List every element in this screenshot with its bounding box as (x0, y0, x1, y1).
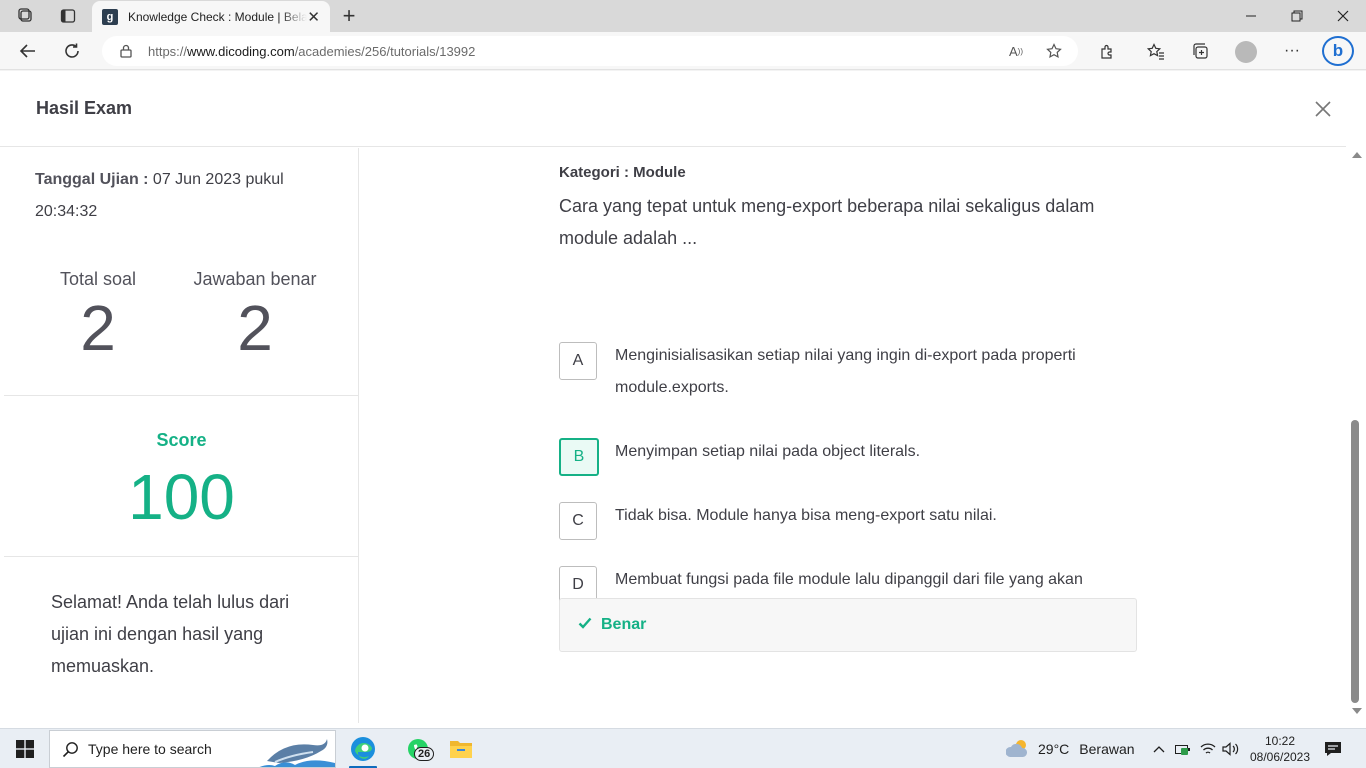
url-field[interactable]: https://www.dicoding.com/academies/256/t… (102, 36, 1078, 66)
taskbar-search-input[interactable]: Type here to search (49, 730, 336, 768)
active-tab[interactable]: g Knowledge Check : Module | Belajar ✕ (92, 1, 330, 32)
correct-answers-label: Jawaban benar (193, 269, 317, 289)
url-protocol: https:// (148, 43, 188, 59)
option-text: Menginisialisasikan setiap nilai yang in… (615, 347, 1076, 396)
favorite-star-icon[interactable] (1042, 42, 1066, 60)
score-value: 100 (128, 461, 235, 533)
read-aloud-icon[interactable]: A)) (1004, 42, 1028, 60)
question-text: Cara yang tepat untuk meng-export bebera… (559, 196, 1095, 248)
notifications-icon[interactable] (1322, 729, 1344, 768)
new-tab-icon[interactable]: + (336, 2, 362, 30)
chevron-up-icon[interactable] (1150, 729, 1168, 768)
refresh-icon[interactable] (58, 38, 86, 64)
whatsapp-taskbar-icon[interactable]: 26 (398, 729, 438, 768)
option-letter[interactable]: C (559, 502, 597, 540)
option-text: Tidak bisa. Module hanya bisa meng-expor… (615, 507, 997, 524)
scroll-down-icon[interactable] (1352, 708, 1362, 714)
search-icon (62, 741, 79, 761)
volume-icon[interactable] (1221, 729, 1241, 768)
exam-date-label: Tanggal Ujian : (35, 171, 149, 188)
option-text: Menyimpan setiap nilai pada object liter… (615, 443, 921, 460)
dicoding-favicon-icon: g (102, 8, 118, 25)
page-viewport: Hasil Exam Tanggal Ujian : 07 Jun 2023 p… (0, 71, 1366, 728)
score-label: Score (156, 430, 207, 450)
battery-icon[interactable] (1174, 729, 1192, 768)
tab-actions-icon[interactable] (52, 4, 84, 28)
scrollbar-thumb[interactable] (1351, 420, 1359, 703)
check-icon (578, 616, 592, 634)
clock-time: 10:22 (1264, 734, 1296, 748)
cloudy-weather-icon (1005, 737, 1032, 762)
whatsapp-badge: 26 (414, 747, 435, 761)
correct-answers-stat: Jawaban benar 2 (175, 269, 335, 364)
modal-title: Hasil Exam (36, 98, 133, 118)
weather-description: Berawan (1079, 741, 1135, 757)
profile-avatar[interactable] (1235, 41, 1257, 63)
address-bar-row: https://www.dicoding.com/academies/256/t… (0, 32, 1366, 70)
divider (4, 556, 359, 557)
total-questions-label: Total soal (59, 269, 137, 289)
question-category: Kategori : Module (559, 164, 686, 181)
search-highlight-whale-icon (255, 733, 335, 767)
congratulation-message: Selamat! Anda telah lulus dari ujian ini… (51, 592, 290, 676)
total-questions-value: 2 (80, 292, 116, 364)
back-icon[interactable] (14, 38, 42, 64)
option-letter[interactable]: A (559, 342, 597, 380)
modal-close-icon[interactable] (1310, 96, 1336, 122)
extensions-icon[interactable] (1095, 40, 1119, 62)
windows-start-icon[interactable] (12, 729, 38, 768)
more-options-icon[interactable]: ··· (1280, 40, 1304, 62)
option-letter-selected[interactable]: B (559, 438, 599, 476)
weather-temperature: 29°C (1038, 741, 1070, 757)
edge-taskbar-icon[interactable] (347, 729, 379, 768)
total-questions-stat: Total soal 2 (18, 269, 178, 364)
bing-copilot-icon[interactable]: b (1322, 36, 1354, 66)
answer-result-text: Benar (601, 616, 647, 633)
page-scrollbar[interactable] (1348, 148, 1366, 720)
workspaces-icon[interactable] (10, 4, 42, 28)
restore-icon[interactable] (1274, 0, 1320, 32)
tab-title: Knowledge Check : Module | Belajar (127, 9, 308, 24)
minimize-icon[interactable] (1228, 0, 1274, 32)
wifi-icon[interactable] (1199, 729, 1217, 768)
scroll-up-icon[interactable] (1352, 152, 1362, 158)
modal-header: Hasil Exam (0, 71, 1346, 147)
browser-tab-bar: g Knowledge Check : Module | Belajar ✕ + (0, 0, 1366, 32)
exam-summary-panel: Tanggal Ujian : 07 Jun 2023 pukul 20:34:… (4, 148, 359, 723)
windows-taskbar: Type here to search 26 29°C Berawan 10:2… (0, 728, 1366, 768)
system-clock[interactable]: 10:22 08/06/2023 (1244, 733, 1316, 765)
tab-close-icon[interactable]: ✕ (307, 8, 320, 26)
exam-date: Tanggal Ujian : 07 Jun 2023 pukul 20:34:… (35, 164, 325, 228)
search-placeholder: Type here to search (88, 741, 212, 757)
favorites-icon[interactable] (1144, 40, 1168, 62)
file-explorer-icon[interactable] (448, 729, 474, 768)
close-window-icon[interactable] (1320, 0, 1366, 32)
weather-widget[interactable]: 29°C Berawan (1005, 729, 1135, 768)
url-host: www.dicoding.com (187, 43, 295, 59)
collections-icon[interactable] (1188, 40, 1212, 62)
correct-answers-value: 2 (237, 292, 273, 364)
url-path: /academies/256/tutorials/13992 (294, 43, 476, 59)
clock-date: 08/06/2023 (1249, 750, 1311, 764)
answer-result-banner: Benar (559, 598, 1137, 652)
divider (4, 395, 359, 396)
lock-icon[interactable] (119, 44, 133, 61)
